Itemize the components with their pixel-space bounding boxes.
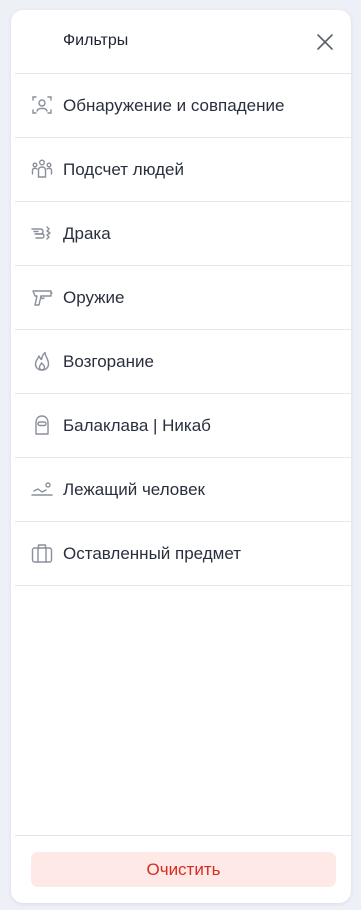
filter-item-people-count[interactable]: Подсчет людей — [15, 138, 351, 202]
filter-item-lying-person[interactable]: Лежащий человек — [15, 458, 351, 522]
fight-icon — [31, 222, 53, 244]
suitcase-icon — [31, 542, 53, 564]
filter-item-weapon[interactable]: Оружие — [15, 266, 351, 330]
filter-label: Драка — [63, 224, 111, 243]
close-icon[interactable] — [315, 32, 335, 52]
filter-label: Балаклава | Никаб — [63, 416, 211, 435]
filter-label: Обнаружение и совпадение — [63, 96, 285, 115]
filter-label: Оружие — [63, 288, 125, 307]
panel-header: Фильтры — [11, 10, 351, 74]
filter-item-fire[interactable]: Возгорание — [15, 330, 351, 394]
fire-icon — [31, 350, 53, 372]
clear-button[interactable]: Очистить — [31, 852, 336, 887]
filter-item-balaclava[interactable]: Балаклава | Никаб — [15, 394, 351, 458]
filter-label: Оставленный предмет — [63, 544, 242, 563]
face-scan-icon — [31, 94, 53, 116]
filters-panel: Фильтры Обнаружение и совпадение Подсчет… — [11, 10, 351, 903]
people-count-icon — [31, 158, 53, 180]
filter-item-left-object[interactable]: Оставленный предмет — [15, 522, 351, 586]
balaclava-icon — [31, 414, 53, 436]
footer-divider — [15, 835, 351, 836]
filter-label: Подсчет людей — [63, 160, 184, 179]
gun-icon — [31, 286, 53, 308]
filter-label: Лежащий человек — [63, 480, 205, 499]
filter-item-detection[interactable]: Обнаружение и совпадение — [15, 74, 351, 138]
filter-item-fight[interactable]: Драка — [15, 202, 351, 266]
lying-person-icon — [31, 478, 53, 500]
panel-title: Фильтры — [63, 32, 129, 49]
filter-label: Возгорание — [63, 352, 154, 371]
filter-list: Обнаружение и совпадение Подсчет людей Д… — [15, 74, 351, 586]
